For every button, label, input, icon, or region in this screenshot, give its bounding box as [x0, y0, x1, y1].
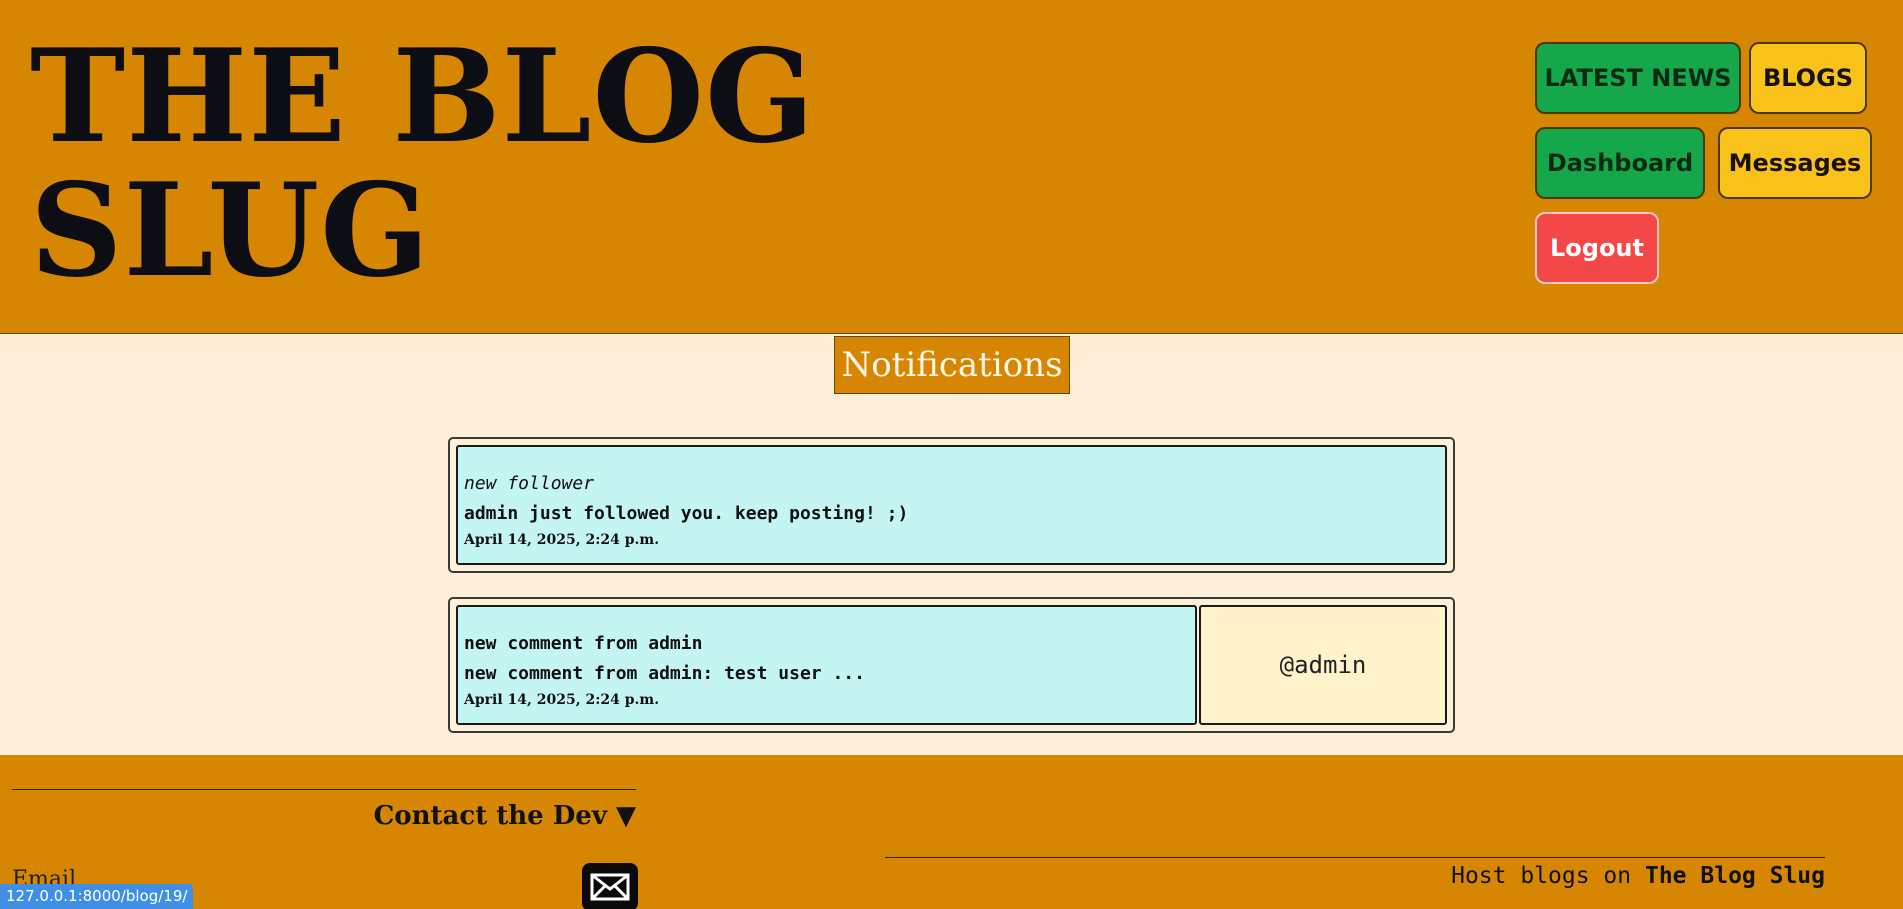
notification-message: admin just followed you. keep posting! ;…: [464, 503, 909, 524]
host-blogs-text: Host blogs on The Blog Slug: [1451, 863, 1825, 889]
notification-user-link[interactable]: @admin: [1199, 605, 1447, 725]
notification-card[interactable]: new follower admin just followed you. ke…: [448, 437, 1455, 573]
notification-message: new comment from admin: test user ...: [464, 663, 865, 684]
notification-content[interactable]: new follower admin just followed you. ke…: [456, 445, 1447, 565]
site-footer: Contact the Dev ▼ Email Host blogs on Th…: [0, 755, 1903, 909]
site-title-line2: SLUG: [30, 156, 431, 306]
footer-divider: [12, 789, 636, 790]
notification-type: new follower: [464, 473, 595, 494]
dashboard-button[interactable]: Dashboard: [1535, 127, 1705, 199]
site-title[interactable]: THE BLOG SLUG: [30, 30, 815, 298]
status-bar-url: 127.0.0.1:8000/blog/19/: [0, 884, 194, 909]
site-title-line1: THE BLOG: [30, 22, 816, 172]
notification-date: April 14, 2025, 2:24 p.m.: [464, 532, 660, 548]
envelope-icon[interactable]: [582, 863, 638, 909]
notification-type: new comment from admin: [464, 633, 703, 654]
notification-date: April 14, 2025, 2:24 p.m.: [464, 692, 660, 708]
site-header: THE BLOG SLUG LATEST NEWS BLOGS Dashboar…: [0, 0, 1903, 334]
notification-content[interactable]: new comment from admin new comment from …: [456, 605, 1197, 725]
notifications-heading: Notifications: [834, 336, 1070, 394]
latest-news-button[interactable]: LATEST NEWS: [1535, 42, 1741, 114]
contact-dev-toggle[interactable]: Contact the Dev ▼: [300, 801, 636, 831]
host-blogs-prefix: Host blogs on: [1451, 863, 1645, 889]
logout-button[interactable]: Logout: [1535, 212, 1659, 284]
messages-button[interactable]: Messages: [1718, 127, 1872, 199]
blogs-button[interactable]: BLOGS: [1749, 42, 1867, 114]
host-blogs-brand[interactable]: The Blog Slug: [1645, 863, 1825, 889]
notification-card[interactable]: new comment from admin new comment from …: [448, 597, 1455, 733]
footer-divider: [885, 857, 1825, 858]
